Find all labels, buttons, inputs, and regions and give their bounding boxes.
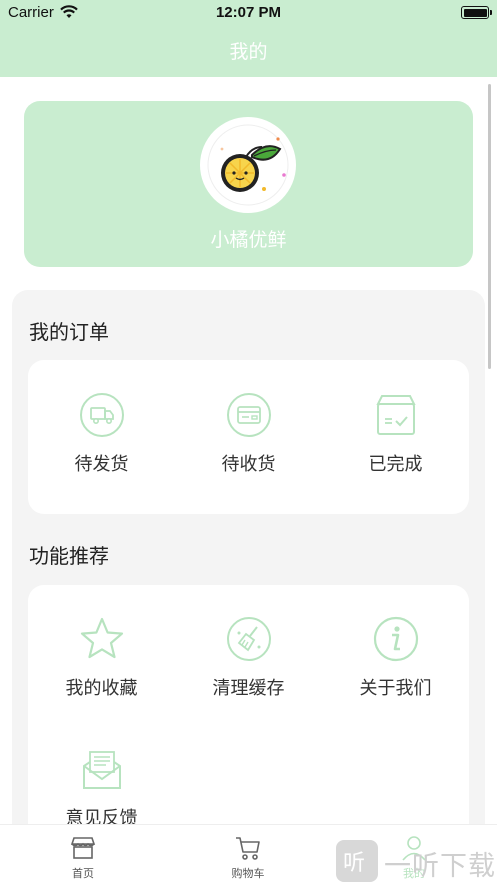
top-bar: Carrier 12:07 PM 我的 <box>0 0 497 77</box>
feature-item-label: 清理缓存 <box>212 678 285 699</box>
watermark-logo-icon: 听 <box>336 840 378 882</box>
status-bar: Carrier 12:07 PM <box>0 0 497 26</box>
orders-section-title: 我的订单 <box>29 320 109 344</box>
cart-icon <box>234 835 262 861</box>
info-icon <box>373 616 419 662</box>
clock: 12:07 PM <box>215 4 282 21</box>
features-card: 我的收藏 清理缓存 关于我们 意见反馈 <box>28 585 469 865</box>
feature-clear-cache[interactable]: 清理缓存 <box>175 616 322 700</box>
box-check-icon <box>373 392 419 438</box>
feature-feedback[interactable]: 意见反馈 <box>28 746 175 830</box>
feature-item-label: 关于我们 <box>359 678 432 699</box>
page-title: 我的 <box>229 41 268 63</box>
order-pending-ship[interactable]: 待发货 <box>28 392 175 476</box>
scrollbar[interactable] <box>488 84 491 369</box>
profile-card[interactable]: 小橘优鲜 <box>24 101 473 267</box>
svg-text:听: 听 <box>343 851 365 876</box>
tab-label: 购物车 <box>231 867 265 880</box>
order-pending-receive[interactable]: 待收货 <box>175 392 322 476</box>
battery-icon <box>461 6 492 19</box>
tab-label: 首页 <box>72 867 94 880</box>
shop-name: 小橘优鲜 <box>210 229 287 251</box>
tab-home[interactable]: 首页 <box>33 835 133 881</box>
orange-logo-icon <box>207 124 289 206</box>
avatar[interactable] <box>200 117 296 213</box>
orders-card: 待发货 待收货 已完成 <box>28 360 469 514</box>
mail-icon <box>79 746 125 792</box>
watermark: 听 一听下载 <box>336 834 497 883</box>
watermark-text: 一听下载 <box>384 851 496 882</box>
tab-cart[interactable]: 购物车 <box>198 835 298 881</box>
order-item-label: 已完成 <box>368 454 423 475</box>
feature-about-us[interactable]: 关于我们 <box>322 616 469 700</box>
feature-favorites[interactable]: 我的收藏 <box>28 616 175 700</box>
feature-item-label: 我的收藏 <box>65 678 138 699</box>
order-item-label: 待收货 <box>221 454 276 475</box>
broom-icon <box>226 616 272 662</box>
order-item-label: 待发货 <box>74 454 129 475</box>
order-completed[interactable]: 已完成 <box>322 392 469 476</box>
features-section-title: 功能推荐 <box>29 544 109 568</box>
content-panel: 我的订单 待发货 待收货 已完成 功能推荐 我的收藏 清理缓存 关于我们 意见反… <box>12 290 485 865</box>
truck-icon <box>79 392 125 438</box>
shop-icon <box>69 835 97 861</box>
star-icon <box>79 616 125 662</box>
card-icon <box>226 392 272 438</box>
